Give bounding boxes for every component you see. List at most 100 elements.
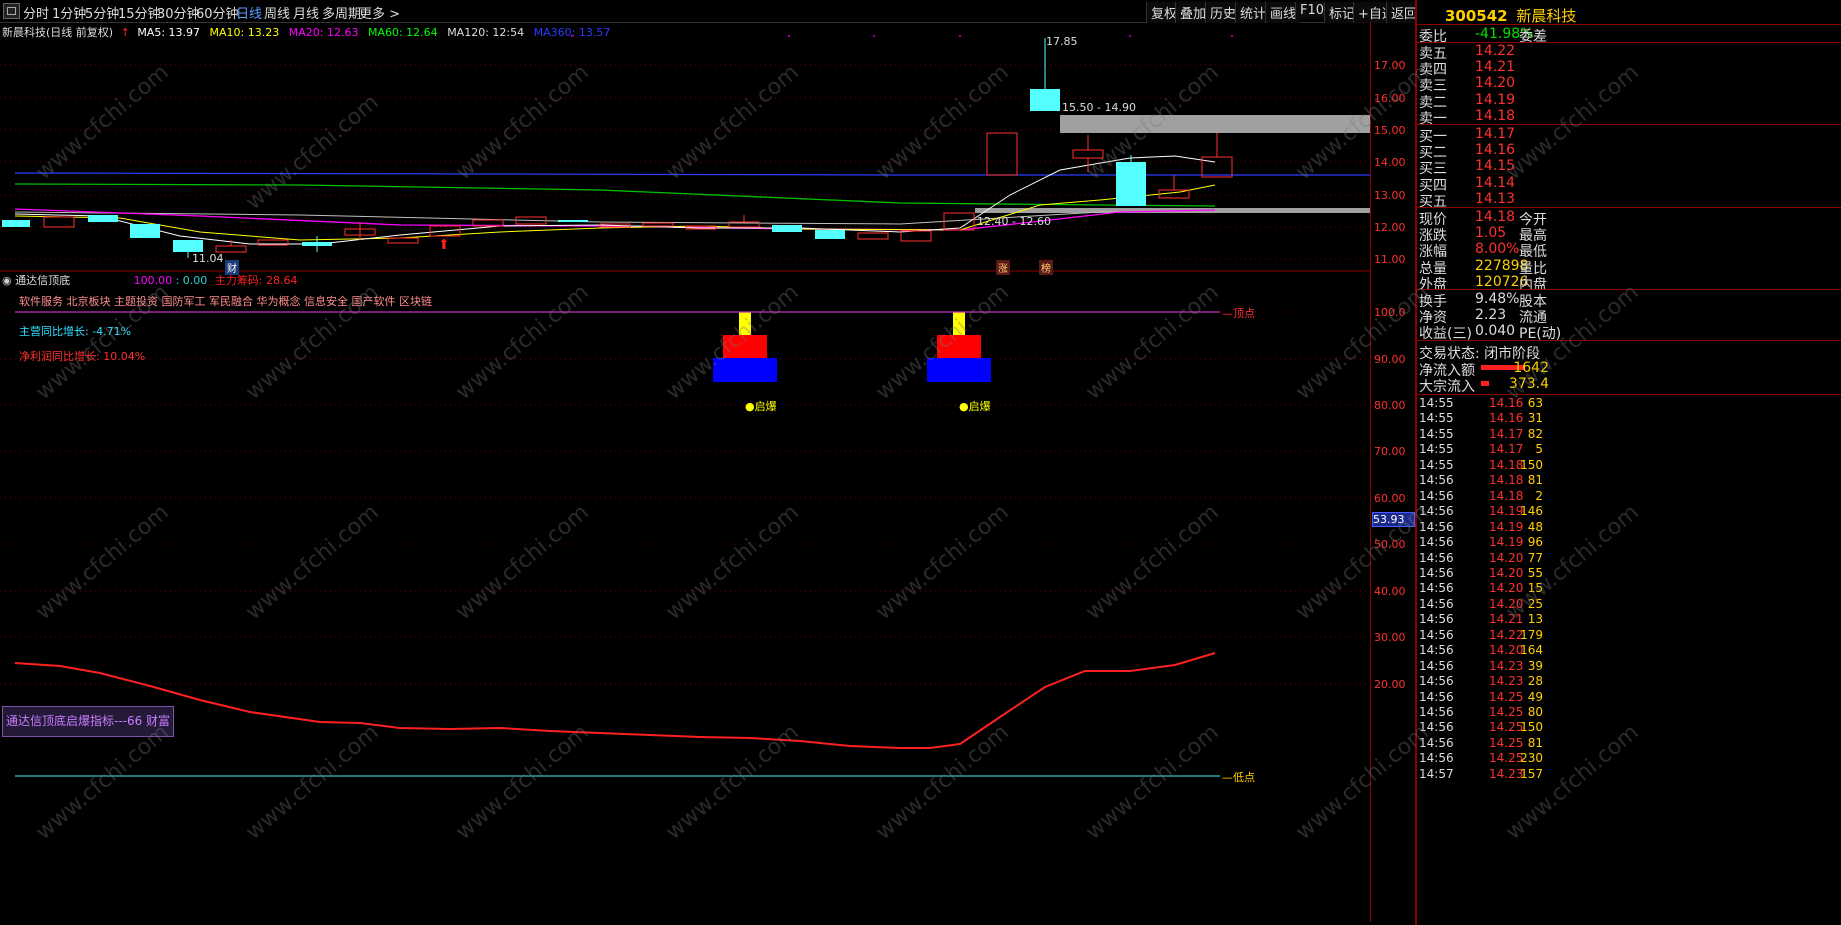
block-inflow-value: 373.4 [1508,376,1549,392]
tick-volume: 146 [1520,504,1543,519]
bid-price: 14.13 [1475,190,1516,207]
tick-price: 14.21 [1489,612,1524,627]
tick-row: 14:56 14.19 48 [1419,520,1543,536]
top-point-label: —顶点 [1222,307,1255,320]
tick-price: 14.20 [1489,596,1524,611]
stat2-row: 净资 2.23 流通 [1419,307,1547,326]
tick-time: 14:56 [1419,504,1454,519]
tick-volume: 25 [1527,596,1543,611]
price-tick: 13.00 [1374,189,1406,202]
tick-time: 14:56 [1419,689,1454,704]
tick-time: 14:55 [1419,442,1454,457]
stat-row: 现价 14.18 今开 [1419,209,1547,228]
tick-time: 14:55 [1419,396,1454,410]
tick-time: 14:56 [1419,705,1454,719]
stock-header: 300542 新晨科技 [1445,5,1576,25]
ask-price: 14.19 [1475,91,1516,108]
tick-volume: 81 [1527,735,1543,750]
tick-volume: 164 [1520,643,1543,658]
tick-volume: 55 [1527,565,1543,580]
tick-row: 14:55 14.17 5 [1419,442,1543,458]
bottom-point-label: —低点 [1222,771,1255,784]
indicator-value-2: : 0.00 [175,274,208,287]
bid-row: 买五 14.13 [1419,190,1545,210]
indicator-tick: 60.00 [1374,492,1406,505]
tick-volume: 63 [1527,396,1543,410]
stat-value: 14.18 [1475,209,1516,225]
event-dots [570,34,1234,38]
tick-volume: 80 [1527,705,1543,719]
tick-price: 14.25 [1489,689,1524,704]
tick-row: 14:55 14.16 63 [1419,396,1543,412]
resistance-zone [1060,115,1370,133]
tick-time: 14:55 [1419,426,1454,441]
net-inflow-row: 净流入额 1642 [1419,360,1549,379]
tick-time: 14:56 [1419,535,1454,550]
tick-volume: 150 [1520,720,1543,735]
tick-price: 14.18 [1489,473,1524,488]
tick-time: 14:56 [1419,720,1454,735]
main-force-label: 主力筹码: 28.64 [214,274,298,287]
stat2-row: 收益(三) 0.040 PE(动) [1419,323,1561,342]
signal-stack-2 [927,312,991,382]
tick-price: 14.19 [1489,535,1524,550]
indicator-tick: 50.00 [1374,538,1406,551]
price-tick: 15.00 [1374,124,1406,137]
indicator-tick: 90.00 [1374,353,1406,366]
zhang-badge[interactable]: 涨 [996,260,1010,275]
tick-row: 14:56 14.23 28 [1419,674,1543,690]
signal-label-1: ●启爆 [745,400,777,413]
price-tick: 12.00 [1374,221,1406,234]
tick-row: 14:56 14.20 164 [1419,643,1543,659]
tick-price: 14.16 [1489,396,1524,410]
tick-row: 14:56 14.25 230 [1419,751,1543,767]
tick-volume: 28 [1527,674,1543,689]
tick-row: 14:56 14.21 13 [1419,612,1543,628]
tick-time: 14:56 [1419,751,1454,766]
bid-row: 买三 14.15 [1419,158,1545,177]
tick-row: 14:56 14.25 80 [1419,705,1543,721]
ma360-line [14,172,1370,176]
signal-label-2: ●启爆 [959,400,991,413]
tick-time: 14:56 [1419,488,1454,503]
tick-price: 14.25 [1489,720,1524,735]
tick-price: 14.23 [1489,766,1524,781]
tick-row: 14:56 14.25 49 [1419,690,1543,706]
ask-price: 14.20 [1475,75,1516,92]
indicator-tick: 100.0 [1374,306,1406,319]
quote-panel: 300542 新晨科技 委比 -41.98% 委差 卖五 14.22 卖四 14.21… [1415,0,1841,925]
tick-volume: 230 [1520,751,1543,766]
indicator-header: ◉ 通达信顶底 100.00 : 0.00 主力筹码: 28.64 [0,272,298,288]
support-label: 12.40 - 12.60 [977,215,1051,228]
tick-time: 14:56 [1419,643,1454,658]
indicator-settings-icon[interactable]: ◉ [2,274,12,287]
tick-volume: 77 [1527,550,1543,565]
tick-row: 14:55 14.17 82 [1419,427,1543,443]
bid-row: 买二 14.16 [1419,142,1545,161]
bang-badge[interactable]: 榜 [1039,260,1053,275]
tick-volume: 96 [1527,535,1543,550]
tick-price: 14.18 [1489,488,1524,503]
kline-and-indicator-chart[interactable]: ⬆ 17.85 15.50 - 14.90 12.40 - 12.60 11.0… [0,0,1370,925]
tick-volume: 5 [1535,442,1543,457]
bid-price: 14.15 [1475,158,1516,175]
stock-code: 300542 [1445,7,1508,25]
tick-row: 14:56 14.25 150 [1419,720,1543,736]
stat2-value: 9.48% [1475,291,1520,307]
tick-price: 14.25 [1489,751,1524,766]
indicator-name[interactable]: 通达信顶底 [15,274,70,287]
tick-row: 14:56 14.20 25 [1419,597,1543,613]
tick-time: 14:56 [1419,612,1454,627]
tick-row: 14:56 14.19 96 [1419,535,1543,551]
tick-time: 14:56 [1419,550,1454,565]
tick-time: 14:56 [1419,674,1454,689]
tick-price: 14.17 [1489,426,1524,441]
stat-value: 1.05 [1475,225,1507,242]
stat-row: 外盘 120726 内盘 [1419,274,1547,293]
ask-row: 卖五 14.22 [1419,43,1545,62]
tick-volume: 150 [1520,457,1543,472]
revenue-growth: 主营同比增长: -4.71% [19,325,132,338]
tick-volume: 82 [1527,426,1543,441]
bid-price: 14.14 [1475,174,1516,191]
stat-value: 8.00% [1475,241,1520,258]
